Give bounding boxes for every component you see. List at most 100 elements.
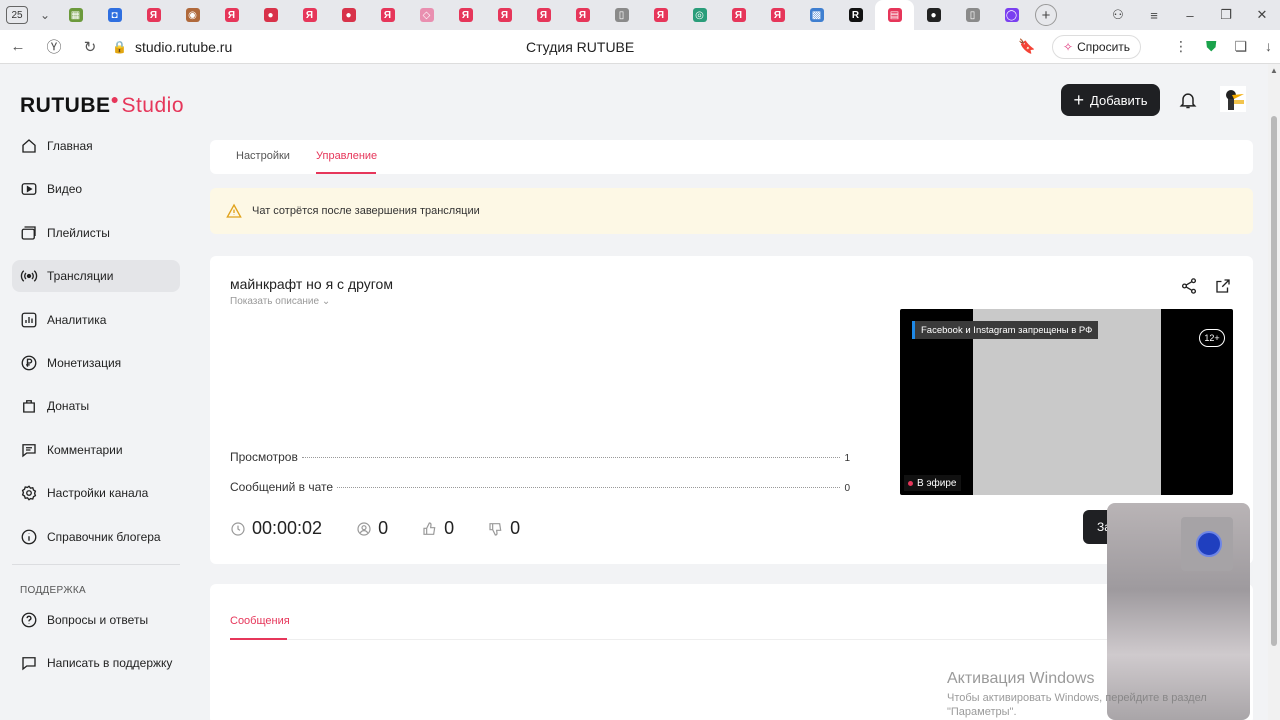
browser-tab[interactable]: ◇ [407,0,446,30]
user-badge-icon [1196,531,1222,557]
minimize-icon[interactable]: – [1172,8,1208,23]
stream-title: майнкрафт но я с другом [230,276,393,292]
bell-icon[interactable] [1178,90,1198,110]
browser-tab-strip: 25 ⌄ ▦ ◘ Я ◉ Я ● Я ● Я ◇ Я Я Я Я ▯ Я ◎ Я… [0,0,1280,30]
browser-tab[interactable]: Я [134,0,173,30]
browser-tab-active[interactable]: ▤ [875,0,914,30]
sidebar-item-comments[interactable]: Комментарии [12,434,180,466]
scroll-up-icon[interactable]: ▲ [1270,66,1278,75]
chevron-down-icon: ⌄ [321,296,331,307]
sidebar-item-donations[interactable]: Донаты [12,390,180,422]
browser-tab[interactable]: Я [524,0,563,30]
clock-icon [231,521,245,536]
browser-tab[interactable]: Я [485,0,524,30]
sidebar-item-monetization[interactable]: Монетизация [12,347,180,379]
browser-tab[interactable]: ▦ [56,0,95,30]
rutube-studio-logo[interactable]: RUTUBE●Studio [20,91,184,118]
yandex-icon[interactable]: Ⓨ [36,36,72,57]
tab-management[interactable]: Управление [316,150,377,162]
stream-preview[interactable]: Facebook и Instagram запрещены в РФ 12+ … [900,309,1233,495]
ask-button[interactable]: ✧ Спросить [1052,35,1142,59]
browser-tab[interactable]: Я [368,0,407,30]
browser-tab[interactable]: ◯ [992,0,1031,30]
page-scrollbar[interactable]: ▲ [1268,64,1280,720]
sidebar-item-broadcasts[interactable]: Трансляции [12,260,180,293]
scrollbar-thumb[interactable] [1271,116,1277,646]
sidebar-item-playlists[interactable]: Плейлисты [12,217,180,249]
profile-icon[interactable]: ⚇ [1100,7,1136,23]
browser-tab[interactable]: ▯ [953,0,992,30]
question-icon [21,612,37,628]
browser-tab[interactable]: ● [251,0,290,30]
logo-dot: ● [110,91,120,107]
sidebar-item-channel-settings[interactable]: Настройки канала [12,477,180,509]
shield-icon[interactable]: ⛊ [1206,38,1217,55]
active-tab-underline [316,172,376,174]
browser-tab[interactable]: ◘ [95,0,134,30]
sidebar-item-faq[interactable]: Вопросы и ответы [12,604,180,636]
restore-icon[interactable]: ❐ [1208,7,1244,23]
more-vertical-icon[interactable]: ⋮ [1174,38,1188,55]
info-icon [21,529,37,544]
sidebar-divider [12,563,180,565]
menu-icon[interactable]: ≡ [1136,8,1172,23]
thumbs-down-icon [489,522,502,536]
close-icon[interactable]: ✕ [1244,7,1280,23]
new-tab-plus-icon[interactable]: + [1035,4,1057,26]
dots-leader [337,487,841,488]
tabs-bar: Настройки Управление [210,140,1253,174]
add-button[interactable]: + Добавить [1061,84,1160,116]
tabs-chevron-down-icon[interactable]: ⌄ [34,8,56,22]
dislikes-counter: 0 [488,518,520,539]
message-icon [22,657,36,671]
browser-tab[interactable]: ● [914,0,953,30]
browser-tab[interactable]: ◎ [680,0,719,30]
browser-tab[interactable]: ● [329,0,368,30]
browser-tab[interactable]: ▯ [602,0,641,30]
sparkle-icon: ✧ [1063,40,1074,54]
browser-tab[interactable]: Я [446,0,485,30]
url-field[interactable]: studio.rutube.ru [135,39,515,55]
external-link-icon[interactable] [1214,277,1232,295]
sidebar-item-blogger-guide[interactable]: Справочник блогера [12,521,180,553]
comment-icon [22,443,36,458]
dots-leader [301,457,841,458]
chat-warning-banner: Чат сотрётся после завершения трансляции [210,188,1253,234]
windows-activation-watermark: Активация Windows Чтобы активировать Win… [947,670,1207,718]
browser-tab[interactable]: R [836,0,875,30]
bookmark-icon[interactable]: 🔖 [1018,38,1035,55]
stat-views: Просмотров 1 [230,450,850,464]
likes-counter: 0 [422,518,454,539]
live-badge: В эфире [904,475,961,491]
browser-tab[interactable]: Я [719,0,758,30]
viewer-icon [357,521,371,536]
gear-icon [21,485,37,501]
browser-tab[interactable]: Я [563,0,602,30]
back-arrow-icon[interactable]: ← [0,38,36,55]
browser-tab[interactable]: Я [212,0,251,30]
warning-icon [226,203,242,218]
browser-tab[interactable]: ▩ [797,0,836,30]
browser-tab[interactable]: Я [758,0,797,30]
tab-settings[interactable]: Настройки [236,150,290,162]
sidebar-item-video[interactable]: Видео [12,173,180,205]
share-icon[interactable] [1180,277,1198,295]
download-icon[interactable]: ↓ [1265,38,1272,55]
browser-tab[interactable]: ◉ [173,0,212,30]
tab-messages[interactable]: Сообщения [230,615,290,627]
address-bar-actions: ⋮ ⛊ ❏ ↓ [1174,38,1272,55]
sidebar-item-contact-support[interactable]: Написать в поддержку [12,647,180,679]
donate-icon [23,400,35,414]
browser-tab[interactable]: Я [641,0,680,30]
sidebar-item-analytics[interactable]: Аналитика [12,304,180,336]
avatar[interactable] [1220,86,1246,112]
sidebar-item-home[interactable]: Главная [12,130,180,162]
broadcast-icon [20,270,38,282]
lock-icon[interactable]: 🔒 [112,40,127,54]
browser-tab[interactable]: Я [290,0,329,30]
tab-count-badge[interactable]: 25 [6,6,28,24]
plus-icon: + [1073,90,1085,110]
reload-icon[interactable]: ↻ [72,38,108,56]
extensions-icon[interactable]: ❏ [1234,38,1247,55]
show-description-link[interactable]: Показать описание ⌄ [230,296,330,307]
